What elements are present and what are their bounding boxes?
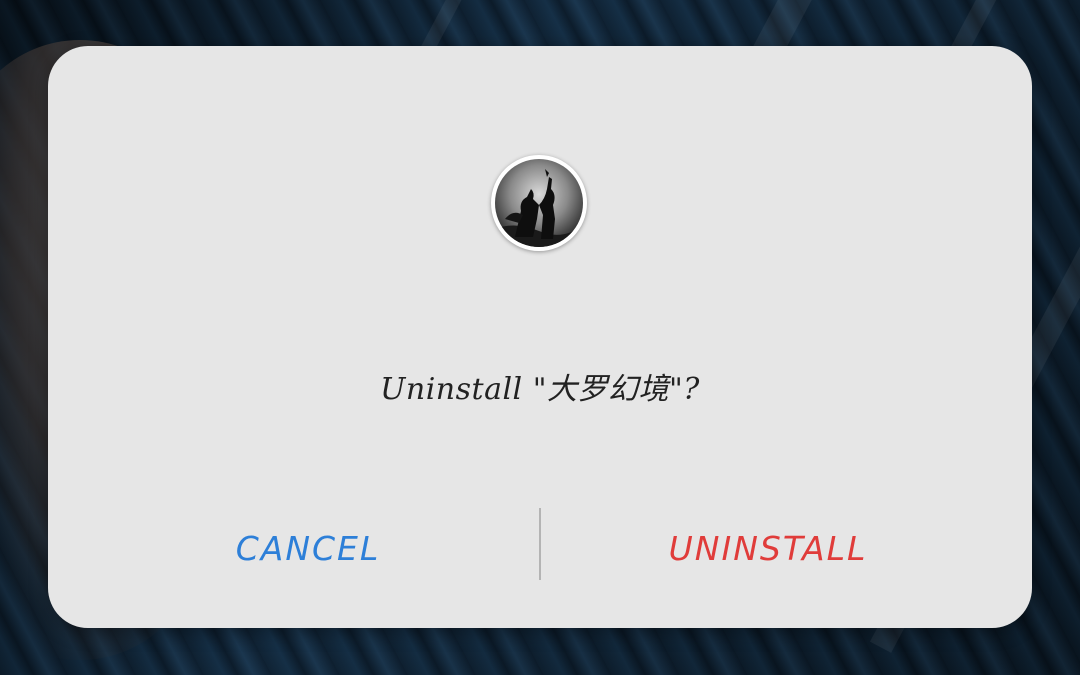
app-icon xyxy=(491,155,587,251)
uninstall-button[interactable]: UNINSTALL xyxy=(548,516,988,580)
cancel-button[interactable]: CANCEL xyxy=(88,516,528,580)
app-silhouette-icon xyxy=(495,159,583,247)
button-divider xyxy=(539,508,541,580)
uninstall-prompt-text: Uninstall "大罗幻境"? xyxy=(380,372,700,407)
uninstall-dialog: Uninstall "大罗幻境"? CANCEL UNINSTALL xyxy=(48,46,1032,628)
